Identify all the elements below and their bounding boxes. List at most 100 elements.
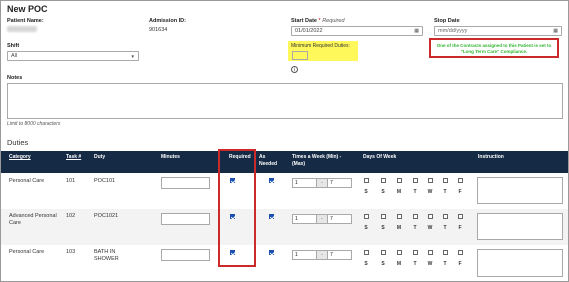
col-as-needed-2: Needed <box>259 161 278 167</box>
day-label: T <box>443 261 447 267</box>
patient-name-label: Patient Name: <box>7 18 44 24</box>
patient-name-value-redacted <box>7 26 37 32</box>
day-label: T <box>413 261 417 267</box>
row-category: Personal Care <box>9 178 45 184</box>
admission-id-label: Admission ID: <box>149 18 186 24</box>
calendar-icon[interactable]: ▦ <box>553 28 558 34</box>
instruction-textarea[interactable] <box>477 213 563 240</box>
times-per-week-range[interactable]: 1 - 7 <box>292 250 352 260</box>
notes-limit-hint: Limit to 8000 characters <box>7 121 61 127</box>
col-instruction: Instruction <box>478 154 504 160</box>
row-task-number: 103 <box>66 249 76 255</box>
col-duty: Duty <box>94 154 106 160</box>
times-min-input[interactable]: 1 <box>292 178 317 188</box>
as-needed-checkbox[interactable] <box>269 250 274 255</box>
day-checkbox-t[interactable] <box>413 250 418 255</box>
col-minutes: Minutes <box>161 154 180 160</box>
row-duty-line-2: SHOWER <box>94 256 119 262</box>
day-checkbox-m[interactable] <box>397 178 402 183</box>
new-poc-form: New POC Patient Name: Admission ID: 9016… <box>0 0 569 282</box>
day-label: F <box>458 225 462 231</box>
admission-id-value: 901634 <box>149 27 168 33</box>
day-checkbox-m[interactable] <box>397 214 402 219</box>
info-icon[interactable]: i <box>291 66 298 73</box>
col-task-number[interactable]: Task # <box>66 154 81 160</box>
start-date-label: Start Date * Required <box>291 18 345 24</box>
min-duties-input[interactable] <box>292 51 308 60</box>
chevron-down-icon: ▼ <box>130 53 135 59</box>
row-task-number: 102 <box>66 213 76 219</box>
day-checkbox-s2[interactable] <box>381 250 386 255</box>
day-label: S <box>381 189 385 195</box>
times-per-week-range[interactable]: 1 - 7 <box>292 178 352 188</box>
shift-label: Shift <box>7 43 20 49</box>
day-checkbox-th[interactable] <box>443 250 448 255</box>
times-min-input[interactable]: 1 <box>292 214 317 224</box>
info-icon-glyph: i <box>293 67 296 72</box>
col-times-a-week-1: Times a Week (Min) - <box>292 154 342 160</box>
day-checkbox-w[interactable] <box>428 214 433 219</box>
calendar-icon[interactable]: ▦ <box>414 28 419 34</box>
day-checkbox-f[interactable] <box>458 250 463 255</box>
col-as-needed-1: As <box>259 154 266 160</box>
notes-label: Notes <box>7 75 23 81</box>
day-checkbox-s1[interactable] <box>364 214 369 219</box>
day-label: W <box>427 225 433 231</box>
range-separator: - <box>317 178 327 188</box>
day-checkbox-s2[interactable] <box>381 214 386 219</box>
stop-date-placeholder: mm/dd/yyyy <box>438 28 468 34</box>
table-row: Advanced Personal Care 102 POC1021 1 - 7… <box>1 209 568 245</box>
col-days-of-week: Days Of Week <box>363 154 397 160</box>
day-label: F <box>458 189 462 195</box>
day-label: M <box>396 189 402 195</box>
times-min-input[interactable]: 1 <box>292 250 317 260</box>
day-label: M <box>396 225 402 231</box>
range-separator: - <box>317 250 327 260</box>
day-checkbox-f[interactable] <box>458 214 463 219</box>
day-label: S <box>364 225 368 231</box>
row-category-line-2: Care <box>9 220 21 226</box>
day-checkbox-t[interactable] <box>413 178 418 183</box>
times-max-input[interactable]: 7 <box>327 250 352 260</box>
row-task-number: 101 <box>66 178 76 184</box>
warning-line-2: "Long Term Care" Compliance. <box>460 49 528 54</box>
instruction-textarea[interactable] <box>477 177 563 204</box>
day-label: T <box>413 189 417 195</box>
as-needed-checkbox[interactable] <box>269 178 274 183</box>
times-max-input[interactable]: 7 <box>327 178 352 188</box>
day-checkbox-th[interactable] <box>443 178 448 183</box>
range-separator: - <box>317 214 327 224</box>
day-label: S <box>364 189 368 195</box>
day-checkbox-w[interactable] <box>428 178 433 183</box>
shift-select[interactable]: All ▼ <box>7 51 139 61</box>
day-label: W <box>427 261 433 267</box>
day-checkbox-th[interactable] <box>443 214 448 219</box>
day-checkbox-s1[interactable] <box>364 250 369 255</box>
col-category[interactable]: Category <box>9 154 31 160</box>
instruction-textarea[interactable] <box>477 249 563 277</box>
col-times-a-week-2: (Max) <box>292 161 306 167</box>
minutes-input[interactable] <box>161 213 210 225</box>
day-label: T <box>413 225 417 231</box>
start-date-input[interactable]: 01/01/2022 ▦ <box>291 26 423 36</box>
minutes-input[interactable] <box>161 249 210 261</box>
row-category: Advanced Personal <box>9 213 57 219</box>
day-label: M <box>396 261 402 267</box>
day-checkbox-t[interactable] <box>413 214 418 219</box>
ltc-compliance-warning: One of the Contracts assigned to this Pa… <box>429 38 559 58</box>
times-max-input[interactable]: 7 <box>327 214 352 224</box>
notes-textarea[interactable] <box>7 83 563 119</box>
day-checkbox-w[interactable] <box>428 250 433 255</box>
day-label: T <box>443 225 447 231</box>
required-text: Required <box>322 18 345 24</box>
duties-section-title: Duties <box>7 138 29 147</box>
day-checkbox-s2[interactable] <box>381 178 386 183</box>
day-checkbox-s1[interactable] <box>364 178 369 183</box>
day-checkbox-f[interactable] <box>458 178 463 183</box>
times-per-week-range[interactable]: 1 - 7 <box>292 214 352 224</box>
as-needed-checkbox[interactable] <box>269 214 274 219</box>
stop-date-input[interactable]: mm/dd/yyyy ▦ <box>434 26 562 36</box>
day-checkbox-m[interactable] <box>397 250 402 255</box>
day-label: S <box>381 261 385 267</box>
minutes-input[interactable] <box>161 177 210 189</box>
